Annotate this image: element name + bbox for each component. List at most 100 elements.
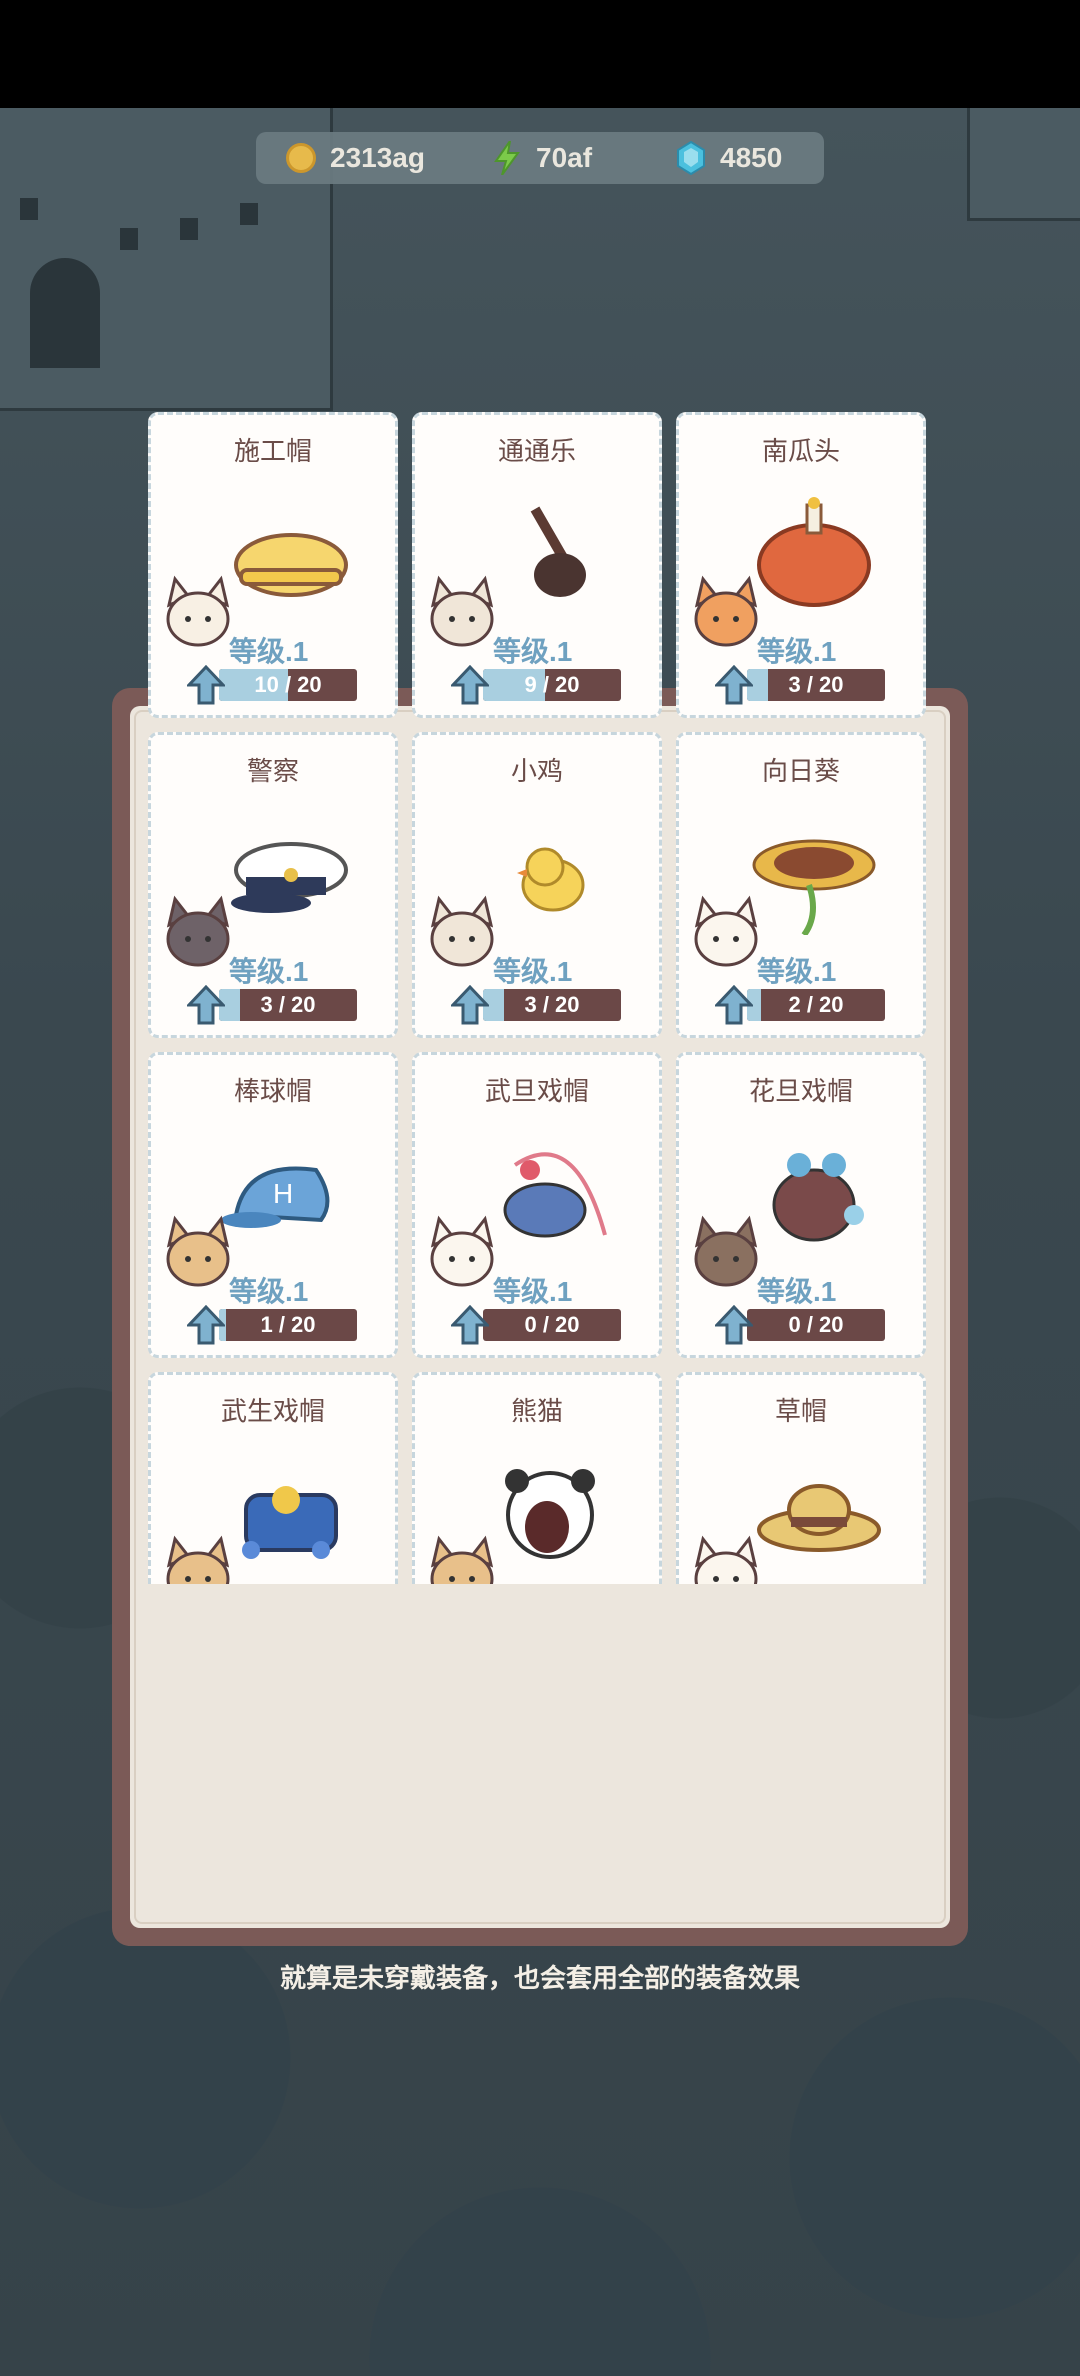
hat-name: 通通乐 [497,437,576,467]
progress-text: 9 / 20 [524,672,580,697]
level-label: 等级.1 [229,1276,309,1307]
cat-icon [166,1535,230,1584]
currency-bar: 2313ag 70af 4850 [256,132,824,184]
hat-card[interactable]: 向日葵等级.1 2 / 20 [676,732,926,1038]
level-label: 等级.1 [493,636,573,667]
energy-value: 70af [536,142,593,173]
upgrade-arrow-icon[interactable] [451,1305,489,1345]
cat-icon [166,895,230,967]
hat-name: 施工帽 [233,437,312,467]
energy-counter: 70af [492,132,592,184]
panda-icon [505,1469,595,1559]
hat-name: 向日葵 [761,757,840,787]
upgrade-progress-bar: 2 / 20 [747,989,885,1021]
hat-card[interactable]: 武旦戏帽等级.1 0 / 20 [412,1052,662,1358]
upgrade-progress-bar: 3 / 20 [747,669,885,701]
coin-icon [286,143,316,173]
progress-text: 0 / 20 [524,1312,580,1337]
upgrade-arrow-icon[interactable] [715,1305,753,1345]
cat-icon [430,895,494,967]
hat-card[interactable]: 小鸡等级.1 3 / 20 [412,732,662,1038]
progress-text: 3 / 20 [260,992,316,1017]
hat-name: 花旦戏帽 [748,1077,853,1107]
progress-text: 2 / 20 [788,992,844,1017]
chick-icon [517,847,585,912]
gem-icon [677,141,705,175]
pumpkin-icon [757,497,871,607]
cat-icon [694,1535,758,1584]
right-wall [967,108,1080,221]
coin-value: 2313ag [330,142,425,173]
hat-name: 熊猫 [510,1397,563,1427]
hat-grid[interactable]: 施工帽 等级.1 10 / 20 通通乐 等级.1 9 / 20 南瓜头 等级.1 3 / 20… [148,412,934,1584]
castle-window [180,218,198,240]
hat-name: 小鸡 [510,757,563,787]
opera-hat-huadan-icon [772,1153,864,1242]
hat-card[interactable]: 武生戏帽 [148,1372,398,1584]
cat-icon [166,575,230,647]
coin-counter: 2313ag [286,132,425,184]
hat-name: 南瓜头 [761,437,840,467]
castle-door [30,258,100,368]
cat-icon [694,895,758,967]
hat-name: 武生戏帽 [220,1397,325,1427]
hat-card[interactable]: 草帽 [676,1372,926,1584]
upgrade-progress-bar: 1 / 20 [219,1309,357,1341]
plunger-icon [530,506,586,597]
upgrade-arrow-icon[interactable] [451,985,489,1025]
straw-hat-icon [757,1484,881,1552]
level-label: 等级.1 [757,956,837,987]
level-label: 等级.1 [229,956,309,987]
sunflower-icon [752,839,876,935]
lightning-icon [494,141,520,175]
level-label: 等级.1 [757,636,837,667]
upgrade-progress-bar: 0 / 20 [747,1309,885,1341]
upgrade-arrow-icon[interactable] [451,665,489,705]
gem-counter: 4850 [676,132,782,184]
upgrade-progress-bar: 0 / 20 [483,1309,621,1341]
hat-card[interactable]: 南瓜头等级.1 3 / 20 [676,412,926,718]
hat-name: 棒球帽 [233,1077,312,1107]
level-label: 等级.1 [493,956,573,987]
hat-name: 草帽 [774,1397,827,1427]
opera-hat-wudan-icon [503,1152,607,1238]
status-bar [0,0,1080,108]
cat-icon [430,1215,494,1287]
progress-text: 3 / 20 [788,672,844,697]
progress-text: 10 / 20 [254,672,322,697]
progress-text: 1 / 20 [260,1312,316,1337]
hat-card[interactable]: 棒球帽 H 等级.1 1 / 20 [148,1052,398,1358]
hat-card[interactable]: 施工帽等级.1 10 / 20 [148,412,398,718]
upgrade-arrow-icon[interactable] [187,665,225,705]
upgrade-progress-bar: 9 / 20 [483,669,621,701]
equipment-hint: 就算是未穿戴装备，也会套用全部的装备效果 [279,1964,800,1994]
castle-window [240,203,258,225]
level-label: 等级.1 [757,1276,837,1307]
hat-name: 武旦戏帽 [484,1077,589,1107]
hard-hat-icon [234,533,348,597]
level-label: 等级.1 [493,1276,573,1307]
gem-value: 4850 [720,142,783,173]
cat-icon [166,1215,230,1287]
upgrade-arrow-icon[interactable] [187,985,225,1025]
castle-window [120,228,138,250]
police-cap-icon [231,842,348,913]
cat-icon [694,1215,758,1287]
hat-card[interactable]: 熊猫 [412,1372,662,1584]
opera-hat-wusheng-icon [242,1486,338,1559]
hat-card[interactable]: 通通乐等级.1 9 / 20 [412,412,662,718]
hat-card[interactable]: 警察 等级.1 3 / 20 [148,732,398,1038]
cat-icon [430,575,494,647]
upgrade-arrow-icon[interactable] [187,1305,225,1345]
upgrade-progress-bar: 10 / 20 [219,669,357,701]
cat-icon [430,1535,494,1584]
upgrade-arrow-icon[interactable] [715,665,753,705]
castle-window [20,198,38,220]
level-label: 等级.1 [229,636,309,667]
cat-icon [694,575,758,647]
upgrade-arrow-icon[interactable] [715,985,753,1025]
svg-text:H: H [273,1178,293,1209]
hat-card[interactable]: 花旦戏帽等级.1 0 / 20 [676,1052,926,1358]
upgrade-progress-bar: 3 / 20 [483,989,621,1021]
baseball-cap-icon: H [221,1166,330,1228]
